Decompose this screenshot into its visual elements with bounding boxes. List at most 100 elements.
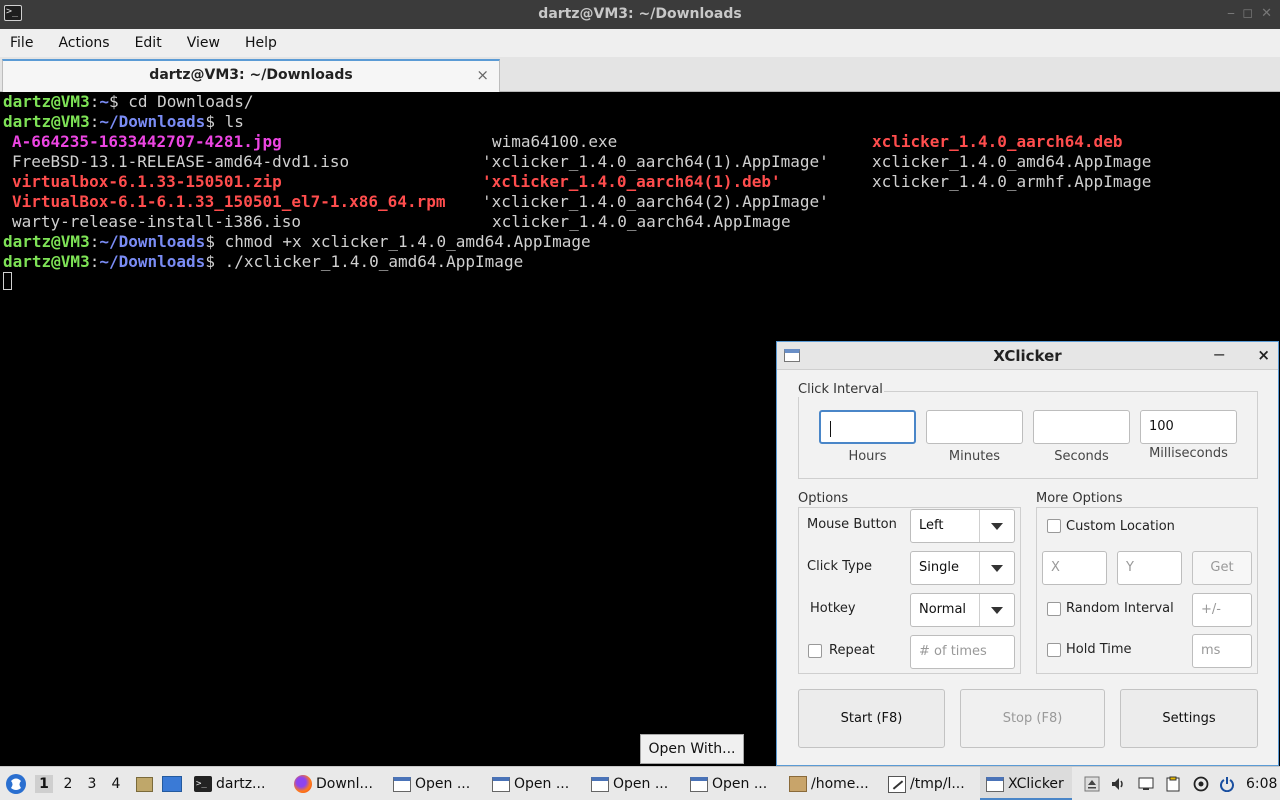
close-icon[interactable]: × <box>1257 346 1270 364</box>
combo-divider <box>979 510 980 542</box>
window-icon <box>492 776 510 792</box>
random-interval-checkbox[interactable] <box>1047 602 1061 616</box>
archive-icon <box>789 776 807 792</box>
hold-time-input[interactable]: ms <box>1192 634 1252 668</box>
location-y-input[interactable]: Y <box>1117 551 1182 585</box>
workspace-2[interactable]: 2 <box>59 775 77 793</box>
taskbar-item-terminal[interactable]: >_ dartz... <box>194 767 265 800</box>
ls-file: 'xclicker_1.4.0_aarch64(1).deb' <box>482 172 781 191</box>
terminal-line: dartz@VM3:~/Downloads$ ls <box>3 112 244 131</box>
minutes-input[interactable] <box>926 410 1023 444</box>
taskbar-item-archive[interactable]: /home... <box>789 767 869 800</box>
hotkey-label: Hotkey <box>810 601 856 616</box>
ls-file: VirtualBox-6.1-6.1.33_150501_el7-1.x86_6… <box>12 192 446 211</box>
tab-strip: dartz@VM3: ~/Downloads × <box>0 57 1280 92</box>
ls-file: xclicker_1.4.0_armhf.AppImage <box>872 172 1152 191</box>
eject-icon[interactable] <box>1084 776 1100 792</box>
volume-icon[interactable] <box>1110 776 1126 792</box>
ls-file: xclicker_1.4.0_amd64.AppImage <box>872 152 1152 171</box>
taskbar-item-open-2[interactable]: Open ... <box>492 767 569 800</box>
task-label: Open ... <box>415 776 471 792</box>
hotkey-value: Normal <box>919 602 967 617</box>
taskbar-item-open-1[interactable]: Open ... <box>393 767 470 800</box>
minimize-icon[interactable]: ⎯ <box>1228 6 1235 21</box>
location-x-input[interactable]: X <box>1042 551 1107 585</box>
taskbar-item-open-3[interactable]: Open ... <box>591 767 668 800</box>
start-menu-icon <box>6 774 26 794</box>
power-icon[interactable] <box>1219 776 1235 792</box>
update-icon[interactable] <box>1193 776 1209 792</box>
network-icon[interactable] <box>1138 776 1154 792</box>
hours-label: Hours <box>848 449 887 464</box>
milliseconds-label: Milliseconds <box>1149 446 1228 461</box>
ls-file: virtualbox-6.1.33-150501.zip <box>12 172 282 191</box>
task-label: XClicker <box>1008 776 1064 792</box>
terminal-line: dartz@VM3:~/Downloads$ chmod +x xclicker… <box>3 232 591 251</box>
menu-view[interactable]: View <box>187 35 220 51</box>
taskbar-item-browser[interactable]: Downl... <box>294 767 373 800</box>
start-button[interactable]: Start (F8) <box>798 689 945 748</box>
menu-file[interactable]: File <box>10 35 33 51</box>
xclicker-title: XClicker <box>993 347 1062 365</box>
open-with-tooltip[interactable]: Open With... <box>640 734 744 764</box>
seconds-input[interactable] <box>1033 410 1130 444</box>
workspace-1[interactable]: 1 <box>35 775 53 793</box>
repeat-times-input[interactable]: # of times <box>910 635 1015 669</box>
ls-file: wima64100.exe <box>492 132 618 151</box>
terminal-tab[interactable]: dartz@VM3: ~/Downloads × <box>2 59 500 92</box>
taskbar-item-editor[interactable]: /tmp/l... <box>888 767 965 800</box>
custom-location-checkbox[interactable] <box>1047 519 1061 533</box>
maximize-icon[interactable]: ◻ <box>1242 6 1253 21</box>
xclicker-titlebar[interactable]: XClicker − × <box>777 342 1278 370</box>
random-interval-input[interactable]: +/- <box>1192 593 1252 627</box>
stop-button[interactable]: Stop (F8) <box>960 689 1105 748</box>
hours-input[interactable] <box>819 410 916 444</box>
window-icon <box>591 776 609 792</box>
task-label: Downl... <box>316 776 373 792</box>
clock[interactable]: 6:08 <box>1246 767 1277 800</box>
task-label: /home... <box>811 776 869 792</box>
menu-help[interactable]: Help <box>245 35 277 51</box>
ls-file: 'xclicker_1.4.0_aarch64(1).AppImage' <box>482 152 829 171</box>
milliseconds-input[interactable]: 100 <box>1140 410 1237 444</box>
task-label: /tmp/l... <box>910 776 965 792</box>
mouse-button-select[interactable]: Left <box>910 509 1015 543</box>
hold-time-label: Hold Time <box>1066 642 1132 657</box>
repeat-checkbox[interactable] <box>808 644 822 658</box>
hold-time-checkbox[interactable] <box>1047 643 1061 657</box>
tab-close-icon[interactable]: × <box>476 66 489 84</box>
task-label: Open ... <box>613 776 669 792</box>
more-options-label: More Options <box>1035 491 1124 506</box>
taskbar-item-xclicker[interactable]: XClicker <box>980 767 1072 800</box>
click-type-value: Single <box>919 560 959 575</box>
file-manager-launcher[interactable] <box>136 767 157 800</box>
menu-edit[interactable]: Edit <box>135 35 162 51</box>
chevron-down-icon <box>991 607 1003 614</box>
clipboard-icon[interactable] <box>1165 776 1181 792</box>
minimize-icon[interactable]: − <box>1213 345 1226 364</box>
chevron-down-icon <box>991 565 1003 572</box>
click-type-select[interactable]: Single <box>910 551 1015 585</box>
window-icon <box>393 776 411 792</box>
settings-button[interactable]: Settings <box>1120 689 1258 748</box>
terminal-titlebar[interactable]: >_ dartz@VM3: ~/Downloads ⎯ ◻ ✕ <box>0 0 1280 29</box>
seconds-label: Seconds <box>1054 449 1109 464</box>
tab-label: dartz@VM3: ~/Downloads <box>149 67 353 83</box>
ls-file: xclicker_1.4.0_aarch64.AppImage <box>492 212 791 231</box>
workspace-4[interactable]: 4 <box>107 775 125 793</box>
combo-divider <box>979 594 980 626</box>
close-icon[interactable]: ✕ <box>1261 6 1272 21</box>
ls-file: FreeBSD-13.1-RELEASE-amd64-dvd1.iso <box>12 152 350 171</box>
workspace-3[interactable]: 3 <box>83 775 101 793</box>
terminal-icon: >_ <box>194 776 212 792</box>
desktop-launcher[interactable] <box>162 767 186 800</box>
get-location-button[interactable]: Get <box>1192 551 1252 585</box>
terminal-cursor <box>3 272 12 290</box>
task-label: dartz... <box>216 776 266 792</box>
hotkey-select[interactable]: Normal <box>910 593 1015 627</box>
menu-actions[interactable]: Actions <box>58 35 109 51</box>
mouse-button-label: Mouse Button <box>807 517 897 532</box>
text-editor-icon <box>888 775 906 793</box>
taskbar-item-open-4[interactable]: Open ... <box>690 767 767 800</box>
start-menu-button[interactable] <box>5 767 27 800</box>
